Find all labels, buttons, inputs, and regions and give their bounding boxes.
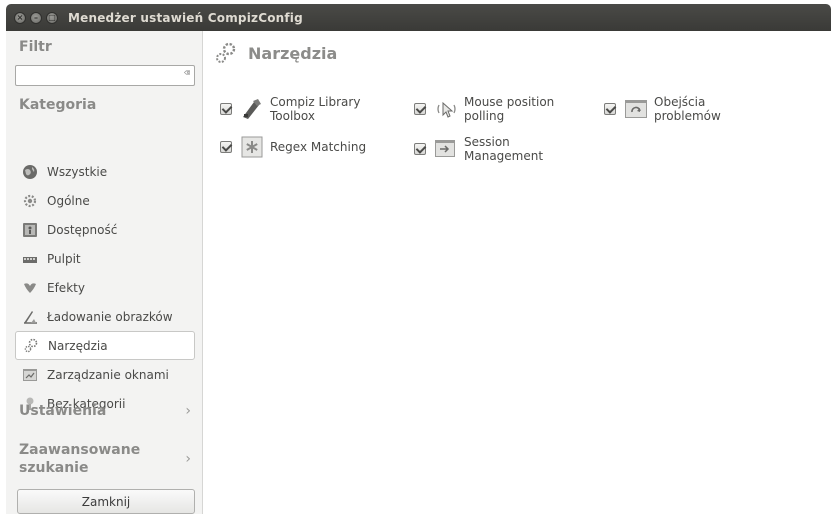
category-item-accessibility[interactable]: Dostępność bbox=[15, 215, 195, 244]
page-title: Narzędzia bbox=[248, 43, 338, 63]
filter-input[interactable]: ⌫ bbox=[15, 65, 195, 86]
mouse-polling-icon bbox=[434, 97, 458, 121]
category-label-image-loading: Ładowanie obrazków bbox=[47, 309, 173, 324]
maximize-icon: □ bbox=[48, 12, 56, 22]
category-label-effects: Efekty bbox=[47, 280, 85, 295]
regex-icon bbox=[240, 135, 264, 159]
plugin-regex-matching[interactable]: Regex Matching bbox=[220, 135, 366, 159]
category-list: Wszystkie Ogólne Dostępność Pulpit Efekt… bbox=[15, 157, 195, 418]
close-window-button[interactable]: × bbox=[14, 11, 26, 24]
category-item-tools[interactable]: Narzędzia bbox=[15, 331, 195, 360]
title-bar[interactable]: × – □ Menedżer ustawień CompizConfig bbox=[6, 4, 831, 31]
page-header: Narzędzia bbox=[214, 41, 337, 65]
category-label-tools: Narzędzia bbox=[48, 338, 108, 353]
plugin-label: Session Management bbox=[464, 135, 544, 163]
settings-expander[interactable]: Ustawienia › bbox=[19, 403, 197, 419]
plugin-label: Mouse position polling bbox=[464, 95, 555, 123]
plugin-enabled-checkbox[interactable] bbox=[604, 103, 616, 115]
workarounds-icon bbox=[624, 97, 648, 121]
plugin-enabled-checkbox[interactable] bbox=[220, 141, 232, 153]
tools-icon bbox=[214, 41, 238, 65]
compizconfig-window: × – □ Menedżer ustawień CompizConfig Fil… bbox=[0, 0, 831, 514]
window-management-icon bbox=[22, 367, 38, 383]
plugin-session-management[interactable]: Session Management bbox=[414, 135, 543, 163]
window-title: Menedżer ustawień CompizConfig bbox=[68, 10, 303, 25]
close-icon: × bbox=[16, 12, 24, 22]
effects-icon bbox=[22, 280, 38, 296]
category-label-desktop: Pulpit bbox=[47, 251, 81, 266]
category-item-effects[interactable]: Efekty bbox=[15, 273, 195, 302]
minimize-window-button[interactable]: – bbox=[30, 11, 42, 24]
category-item-all[interactable]: Wszystkie bbox=[15, 157, 195, 186]
category-label-accessibility: Dostępność bbox=[47, 222, 118, 237]
session-icon bbox=[434, 137, 458, 161]
plugin-enabled-checkbox[interactable] bbox=[414, 103, 426, 115]
category-label: Kategoria bbox=[19, 97, 97, 113]
plugin-mouse-position-polling[interactable]: Mouse position polling bbox=[414, 95, 554, 123]
desktop-icon bbox=[22, 251, 38, 267]
plugin-label: Regex Matching bbox=[270, 140, 367, 154]
plugin-workarounds[interactable]: Obejścia problemów bbox=[604, 95, 721, 123]
settings-gear-icon bbox=[22, 193, 38, 209]
category-item-desktop[interactable]: Pulpit bbox=[15, 244, 195, 273]
settings-label: Ustawienia bbox=[19, 403, 107, 419]
category-label-general: Ogólne bbox=[47, 193, 90, 208]
chevron-right-icon: › bbox=[185, 403, 191, 419]
plugin-label: Obejścia problemów bbox=[654, 95, 721, 123]
advanced-search-label: Zaawansowane szukanie bbox=[19, 442, 141, 476]
sidebar: Filtr ⌫ Kategoria Wszystkie Ogólne Dostę… bbox=[6, 31, 203, 514]
chevron-right-icon: › bbox=[185, 451, 191, 467]
plugin-label: Compiz Library Toolbox bbox=[270, 95, 361, 123]
category-item-image-loading[interactable]: Ładowanie obrazków bbox=[15, 302, 195, 331]
toolbox-icon bbox=[240, 97, 264, 121]
tools-icon bbox=[23, 338, 39, 354]
plugin-compiz-library-toolbox[interactable]: Compiz Library Toolbox bbox=[220, 95, 360, 123]
image-loading-icon bbox=[22, 309, 38, 325]
clear-filter-icon[interactable]: ⌫ bbox=[184, 68, 190, 79]
filter-label: Filtr bbox=[19, 39, 52, 55]
main-panel: Narzędzia Compiz Library Toolbox Mouse p… bbox=[204, 31, 831, 514]
category-label-all: Wszystkie bbox=[47, 164, 108, 179]
advanced-search-expander[interactable]: Zaawansowane szukanie › bbox=[19, 441, 197, 477]
accessibility-icon bbox=[22, 222, 38, 238]
plugin-enabled-checkbox[interactable] bbox=[220, 103, 232, 115]
category-label-window-management: Zarządzanie oknami bbox=[47, 367, 169, 382]
globe-icon bbox=[22, 164, 38, 180]
minimize-icon: – bbox=[34, 12, 38, 22]
category-item-general[interactable]: Ogólne bbox=[15, 186, 195, 215]
close-button[interactable]: Zamknij bbox=[17, 489, 195, 514]
category-item-window-management[interactable]: Zarządzanie oknami bbox=[15, 360, 195, 389]
plugin-enabled-checkbox[interactable] bbox=[414, 143, 426, 155]
maximize-window-button[interactable]: □ bbox=[46, 11, 58, 24]
